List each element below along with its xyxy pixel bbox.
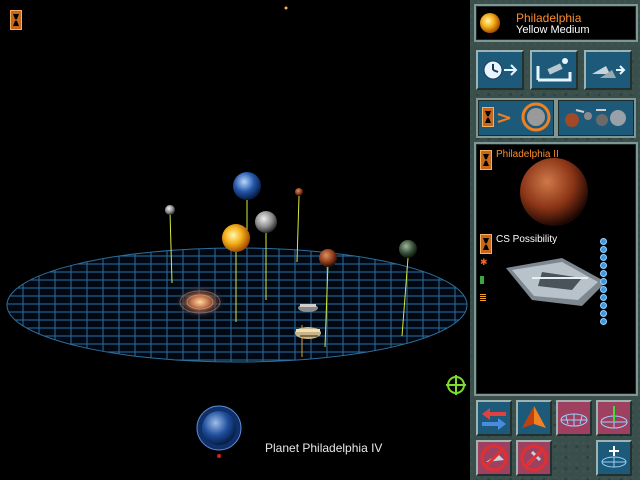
orbit-station-button[interactable] bbox=[530, 50, 578, 90]
ship-hourglass-icon[interactable] bbox=[480, 234, 492, 254]
hourglass-icon[interactable] bbox=[10, 10, 22, 30]
rotate-arrows-icon bbox=[482, 408, 506, 430]
top-marker-dot bbox=[284, 6, 288, 10]
star-type: Yellow Medium bbox=[516, 24, 590, 36]
ship-fleet-button[interactable] bbox=[584, 50, 632, 90]
stat-star-icon: ✱ bbox=[480, 257, 488, 267]
station-object[interactable] bbox=[298, 304, 318, 312]
grid-flat-button[interactable] bbox=[556, 400, 592, 436]
ship-stat-pips bbox=[600, 238, 608, 326]
orbital-grid bbox=[6, 247, 468, 363]
system-grid-canvas[interactable] bbox=[0, 0, 470, 480]
control-panel: Philadelphia Yellow Medium Philadelphia … bbox=[470, 0, 640, 480]
stat-pip bbox=[600, 294, 607, 301]
planet-portrait bbox=[520, 158, 588, 226]
planets-overview-icon bbox=[565, 109, 626, 127]
green-planet[interactable] bbox=[399, 240, 417, 258]
star-icon bbox=[480, 13, 500, 33]
grid-axis-button[interactable] bbox=[596, 400, 632, 436]
small-moon[interactable] bbox=[165, 205, 175, 215]
stat-pip bbox=[600, 238, 607, 245]
planet-hourglass-icon[interactable] bbox=[480, 150, 492, 170]
pyramid-icon bbox=[522, 406, 546, 428]
blue-planet[interactable] bbox=[233, 172, 261, 200]
hourglass-mini-icon bbox=[482, 107, 494, 127]
selected-planet-philadelphia-iv[interactable] bbox=[196, 405, 242, 458]
stat-pip bbox=[600, 262, 607, 269]
stat-stack-icon bbox=[480, 294, 486, 302]
stat-pip bbox=[600, 310, 607, 317]
orbit-station-icon bbox=[536, 58, 572, 82]
no-ship-button[interactable] bbox=[476, 440, 512, 476]
stat-pip bbox=[600, 254, 607, 261]
stat-pip bbox=[600, 318, 607, 325]
red-planet[interactable] bbox=[319, 249, 337, 267]
planet-focus-icon bbox=[497, 102, 551, 132]
crosshair-icon[interactable] bbox=[446, 375, 466, 395]
yellow-star[interactable] bbox=[222, 224, 250, 252]
star-name: Philadelphia bbox=[516, 11, 582, 25]
no-tool-icon bbox=[520, 444, 548, 472]
planet-focus-button[interactable] bbox=[476, 98, 556, 138]
stat-pip bbox=[600, 286, 607, 293]
rotate-arrows-button[interactable] bbox=[476, 400, 512, 436]
stat-pip bbox=[600, 302, 607, 309]
stat-pip bbox=[600, 246, 607, 253]
grey-planet[interactable] bbox=[255, 211, 277, 233]
zoom-plus-icon bbox=[601, 446, 627, 468]
clock-forward-button[interactable] bbox=[476, 50, 524, 90]
stat-pip bbox=[600, 278, 607, 285]
zoom-plus-button[interactable] bbox=[596, 440, 632, 476]
no-ship-icon bbox=[480, 444, 508, 472]
tiny-red-planet[interactable] bbox=[295, 188, 303, 196]
info-panel: Philadelphia II CS Possibility ✱ bbox=[474, 142, 638, 396]
no-tool-button[interactable] bbox=[516, 440, 552, 476]
star-system-view[interactable]: Planet Philadelphia IV bbox=[0, 0, 470, 480]
pyramid-button[interactable] bbox=[516, 400, 552, 436]
grid-flat-icon bbox=[560, 413, 588, 427]
stat-pip bbox=[600, 270, 607, 277]
ship-name: CS Possibility bbox=[496, 234, 558, 245]
grid-axis-icon bbox=[600, 406, 628, 429]
star-header[interactable]: Philadelphia Yellow Medium bbox=[474, 4, 638, 42]
stat-bar-icon bbox=[480, 276, 484, 284]
planet-label: Planet Philadelphia IV bbox=[265, 441, 383, 455]
ship-portrait bbox=[506, 258, 606, 306]
planets-overview-button[interactable] bbox=[556, 98, 636, 138]
nebula-object[interactable] bbox=[174, 285, 226, 319]
clock-forward-icon bbox=[483, 60, 518, 80]
ship-fleet-object[interactable] bbox=[295, 327, 321, 339]
ship-fleet-icon bbox=[592, 65, 626, 78]
